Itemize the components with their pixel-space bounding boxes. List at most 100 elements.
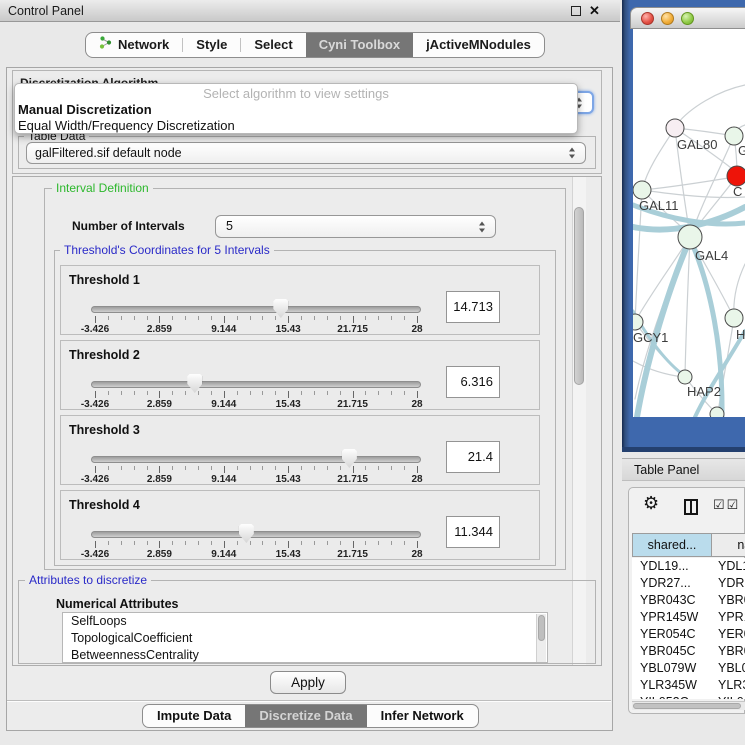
attributes-group-title: Attributes to discretize [25,574,151,586]
threshold-value-field[interactable]: 14.713 [446,291,500,323]
column-header-shared-name[interactable]: shared... [632,533,712,557]
table-panel-title: Table Panel [634,463,699,477]
attribute-item[interactable]: TopologicalCoefficient [63,630,547,647]
network-canvas[interactable]: GAL80GACGAL11GAL4GCY1HHAP2 [633,29,745,417]
network-node-node-partial[interactable] [710,407,724,417]
slider-track[interactable] [91,306,421,313]
tab-impute-data[interactable]: Impute Data [143,705,245,727]
attribute-item[interactable]: SelfLoops [63,613,547,630]
mac-zoom-button[interactable] [681,12,694,25]
network-edge[interactable] [642,177,735,190]
tab-style[interactable]: Style [183,33,240,57]
network-node-H[interactable] [725,309,743,327]
table-row[interactable]: YIL052CYIL0 [632,694,745,699]
dropdown-option-manual-discretization[interactable]: Manual Discretization [15,102,577,118]
network-node-GAL80[interactable] [666,119,684,137]
dropdown-option-equal-width-frequency[interactable]: Equal Width/Frequency Discretization [15,118,577,134]
table-row[interactable]: YLR345WYLR3 [632,677,745,694]
checkbox-checked-icon[interactable]: ☑☑ [713,497,740,513]
slider-tick [95,391,96,398]
table-row[interactable]: YDL19...YDL1 [632,558,745,575]
settings-scrollbar-thumb[interactable] [574,207,584,385]
slider-thumb[interactable] [187,374,202,393]
slider-tick [288,466,289,473]
network-edge[interactable] [642,190,745,198]
network-icon [99,33,112,57]
slider-tick [301,466,302,470]
close-icon[interactable]: ✕ [589,3,600,19]
table-row[interactable]: YBL079WYBL0 [632,660,745,677]
slider-tick [134,541,135,545]
stepper-icon [478,220,487,233]
cell-name: YLR3 [712,677,745,694]
network-edge-thick[interactable] [637,239,690,417]
network-edge[interactable] [677,85,745,124]
network-node-GAL4[interactable] [678,225,702,249]
slider-tick [327,466,328,470]
number-of-intervals-combobox[interactable]: 5 [215,215,496,238]
mac-minimize-button[interactable] [661,12,674,25]
network-edge[interactable] [734,264,745,316]
slider-thumb[interactable] [342,449,357,468]
slider-tick [417,541,418,548]
tab-network[interactable]: Network [86,33,182,57]
table-row[interactable]: YPR145WYPR1 [632,609,745,626]
cell-name: YDR2 [712,575,745,592]
tab-select[interactable]: Select [241,33,305,57]
slider-tick [237,541,238,545]
slider-tick [172,541,173,545]
float-panel-icon[interactable] [571,6,581,16]
slider-tick [391,541,392,545]
slider-tick-label: 15.43 [276,324,301,335]
table-hscrollbar-track[interactable] [632,701,745,710]
table-row[interactable]: YER054CYER0 [632,626,745,643]
threshold-value-field[interactable]: 11.344 [446,516,500,548]
network-node-HAP2[interactable] [678,370,692,384]
table-data-combobox[interactable]: galFiltered.sif default node [26,142,586,164]
slider-tick [365,391,366,395]
network-node-C[interactable] [727,166,745,186]
table-body[interactable]: YDL19...YDL1YDR27...YDR2YBR043CYBR0YPR14… [632,558,745,699]
screen: Control Panel ✕ Network Style [0,0,745,745]
column-header-name[interactable]: name [711,533,745,557]
slider-tick [314,466,315,470]
slider-tick-label: 28 [411,549,422,560]
numerical-attributes-list[interactable]: SelfLoopsTopologicalCoefficientBetweenne… [62,612,548,663]
network-edge[interactable] [685,237,690,376]
node-label: GAL4 [695,248,728,263]
column-split-icon[interactable] [684,499,698,515]
slider-tick [198,316,199,320]
attributes-scrollbar-thumb[interactable] [538,615,545,641]
table-row[interactable]: YBR043CYBR0 [632,592,745,609]
slider-tick [121,541,122,545]
tab-jactivemnodules[interactable]: jActiveMNodules [413,33,544,57]
control-panel-tabs: Network Style Select Cyni Toolbox jActiv… [85,32,545,58]
apply-button[interactable]: Apply [270,671,346,694]
slider-tick [301,541,302,545]
network-node-GAL11[interactable] [633,181,651,199]
cell-shared-name: YDR27... [632,575,712,592]
slider-tick [262,316,263,320]
cell-shared-name: YIL052C [632,694,712,699]
slider-thumb[interactable] [239,524,254,543]
slider-track[interactable] [91,381,421,388]
slider-tick [185,541,186,545]
table-hscrollbar-thumb[interactable] [633,703,741,709]
tab-discretize-data[interactable]: Discretize Data [245,705,366,727]
attributes-scrollbar-track[interactable] [536,614,546,662]
gear-icon[interactable]: ⚙ [643,494,659,512]
table-row[interactable]: YBR045CYBR0 [632,643,745,660]
mac-close-button[interactable] [641,12,654,25]
tab-infer-network[interactable]: Infer Network [367,705,478,727]
cell-name: YBR0 [712,592,745,609]
network-edge[interactable] [643,128,675,187]
slider-track[interactable] [91,456,421,463]
attribute-item[interactable]: BetweennessCentrality [63,647,547,663]
tab-cyni-toolbox[interactable]: Cyni Toolbox [306,33,413,57]
threshold-value-field[interactable]: 21.4 [446,441,500,473]
slider-tick [147,316,148,320]
table-row[interactable]: YDR27...YDR2 [632,575,745,592]
slider-tick-label: 15.43 [276,399,301,410]
slider-track[interactable] [91,531,421,538]
threshold-value-field[interactable]: 6.316 [446,366,500,398]
